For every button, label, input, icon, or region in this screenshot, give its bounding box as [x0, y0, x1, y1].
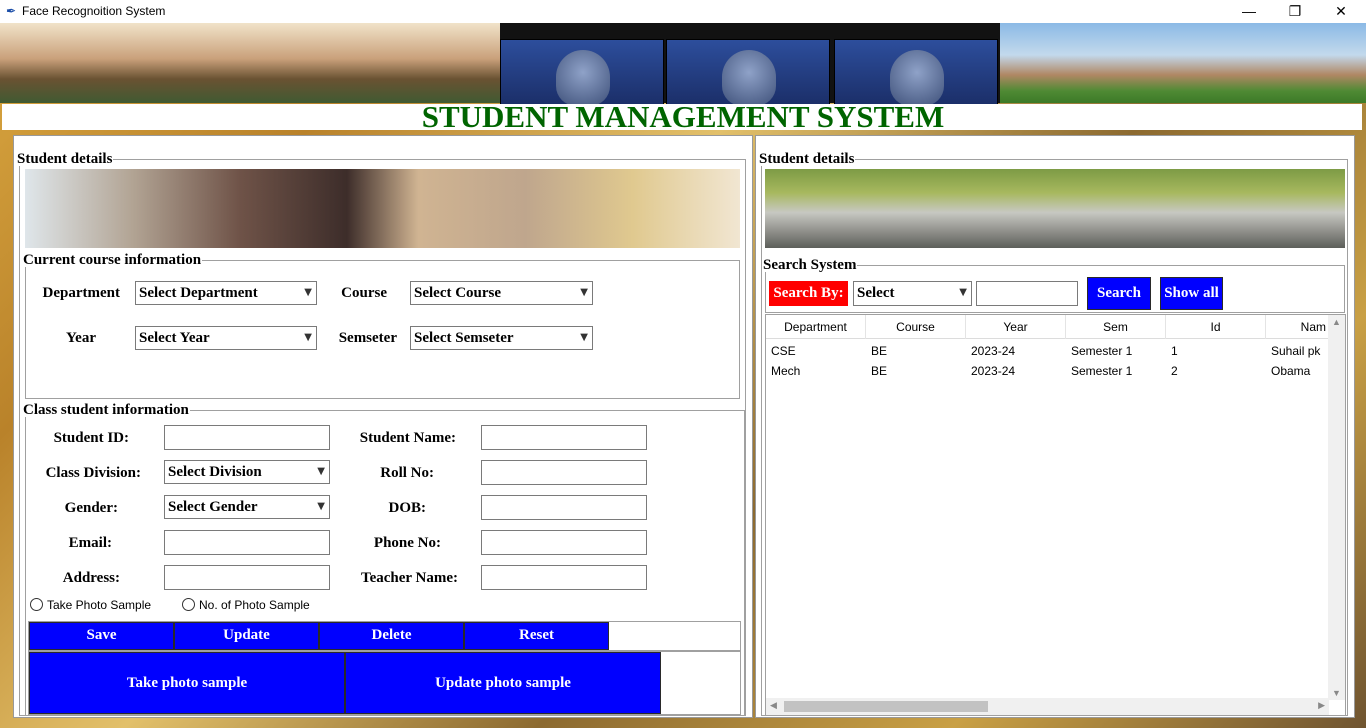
table-cell: Semester 1 — [1071, 344, 1133, 358]
semester-label: Semseter — [338, 330, 397, 346]
table-row[interactable]: CSE BE 2023-24 Semester 1 1 Suhail pk — [766, 341, 1329, 361]
search-system-title: Search System — [763, 257, 857, 273]
minimize-icon[interactable]: — — [1226, 0, 1272, 23]
chevron-down-icon: ▼ — [317, 501, 325, 512]
table-cell: Suhail pk — [1271, 344, 1321, 358]
course-info-title: Current course information — [23, 252, 202, 268]
update-button[interactable]: Update — [174, 622, 319, 650]
table-header: Department Course Year Sem Id Nam — [766, 315, 1329, 339]
teacher-name-input[interactable] — [481, 565, 647, 590]
column-header[interactable]: Course — [866, 315, 966, 339]
delete-button[interactable]: Delete — [319, 622, 464, 650]
dob-label: DOB: — [388, 500, 427, 516]
table-cell: CSE — [771, 344, 796, 358]
show-all-button[interactable]: Show all — [1160, 277, 1223, 310]
chevron-down-icon: ▼ — [580, 287, 588, 298]
window-titlebar: ✒ Face Recognoition System — ❐ ✕ — [0, 0, 1366, 23]
semester-select[interactable]: Select Semseter ▼ — [410, 326, 593, 350]
radio-circle — [182, 598, 195, 611]
gender-label: Gender: — [64, 500, 118, 516]
scroll-down-icon[interactable]: ▼ — [1332, 688, 1341, 698]
roll-no-input[interactable] — [481, 460, 647, 485]
window-title: Face Recognoition System — [22, 4, 166, 18]
table-cell: Obama — [1271, 364, 1311, 378]
student-name-input[interactable] — [481, 425, 647, 450]
scroll-left-icon[interactable]: ◀ — [770, 700, 777, 711]
phone-input[interactable] — [481, 530, 647, 555]
face-recognition-banner — [500, 23, 1000, 109]
search-button[interactable]: Search — [1087, 277, 1151, 310]
department-select[interactable]: Select Department ▼ — [135, 281, 317, 305]
teacher-name-label: Teacher Name: — [360, 570, 458, 586]
search-by-select[interactable]: Select ▼ — [853, 281, 972, 306]
student-table[interactable]: Department Course Year Sem Id Nam CSE BE… — [765, 314, 1346, 716]
table-cell: Mech — [771, 364, 801, 378]
take-photo-sample-radio[interactable]: Take Photo Sample — [30, 598, 151, 612]
chevron-down-icon: ▼ — [304, 287, 312, 298]
horizontal-scrollbar[interactable]: ◀ ▶ — [766, 698, 1329, 715]
search-by-label: Search By: — [769, 281, 848, 306]
student-id-label: Student ID: — [53, 430, 129, 446]
class-division-select[interactable]: Select Division ▼ — [164, 460, 330, 484]
update-photo-button[interactable]: Update photo sample — [345, 652, 661, 714]
table-cell: 2023-24 — [971, 364, 1016, 378]
year-select[interactable]: Select Year ▼ — [135, 326, 317, 350]
vertical-scrollbar[interactable]: ▲ ▼ — [1328, 315, 1345, 700]
course-label: Course — [341, 285, 387, 301]
radio-circle — [30, 598, 43, 611]
chevron-down-icon: ▼ — [580, 332, 588, 343]
right-details-title: Student details — [759, 151, 855, 167]
right-panel: Student details Search System Search By:… — [755, 135, 1355, 718]
year-label: Year — [66, 330, 96, 346]
table-cell: BE — [871, 364, 888, 378]
column-header[interactable]: Sem — [1066, 315, 1166, 339]
close-icon[interactable]: ✕ — [1318, 0, 1364, 23]
table-cell: Semester 1 — [1071, 364, 1133, 378]
student-name-label: Student Name: — [359, 430, 456, 446]
table-cell: 2023-24 — [971, 344, 1016, 358]
students-banner-image — [25, 169, 740, 248]
department-label: Department — [42, 285, 120, 301]
dob-input[interactable] — [481, 495, 647, 520]
course-select[interactable]: Select Course ▼ — [410, 281, 593, 305]
campus-banner-right — [1000, 23, 1366, 103]
student-details-title: Student details — [17, 151, 113, 167]
save-button[interactable]: Save — [29, 622, 174, 650]
table-cell: 2 — [1171, 364, 1178, 378]
gender-select[interactable]: Select Gender ▼ — [164, 495, 330, 519]
photo-sample-count-radio[interactable]: No. of Photo Sample — [182, 598, 310, 612]
students-group-image — [765, 169, 1345, 248]
chevron-down-icon: ▼ — [317, 466, 325, 477]
left-panel: Student details Current course informati… — [13, 135, 753, 718]
roll-no-label: Roll No: — [380, 465, 434, 481]
phone-label: Phone No: — [373, 535, 441, 551]
scroll-thumb[interactable] — [784, 701, 988, 712]
scroll-right-icon[interactable]: ▶ — [1318, 700, 1325, 711]
search-input[interactable] — [976, 281, 1078, 306]
table-cell: 1 — [1171, 344, 1178, 358]
page-title: STUDENT MANAGEMENT SYSTEM — [421, 99, 945, 134]
scroll-up-icon[interactable]: ▲ — [1332, 317, 1341, 327]
campus-banner-left — [0, 23, 500, 103]
column-header[interactable]: Year — [966, 315, 1066, 339]
email-input[interactable] — [164, 530, 330, 555]
chevron-down-icon: ▼ — [959, 287, 967, 298]
column-header[interactable]: Nam — [1266, 315, 1329, 339]
course-info-frame: Current course information — [23, 252, 740, 399]
maximize-icon[interactable]: ❐ — [1272, 0, 1318, 23]
reset-button[interactable]: Reset — [464, 622, 609, 650]
column-header[interactable]: Department — [766, 315, 866, 339]
email-label: Email: — [68, 535, 112, 551]
take-photo-button[interactable]: Take photo sample — [29, 652, 345, 714]
class-division-label: Class Division: — [45, 465, 141, 481]
student-id-input[interactable] — [164, 425, 330, 450]
table-cell: BE — [871, 344, 888, 358]
address-input[interactable] — [164, 565, 330, 590]
class-student-title: Class student information — [23, 402, 189, 418]
feather-icon: ✒ — [6, 4, 17, 18]
chevron-down-icon: ▼ — [304, 332, 312, 343]
table-row[interactable]: Mech BE 2023-24 Semester 1 2 Obama — [766, 361, 1329, 381]
address-label: Address: — [62, 570, 120, 586]
column-header[interactable]: Id — [1166, 315, 1266, 339]
